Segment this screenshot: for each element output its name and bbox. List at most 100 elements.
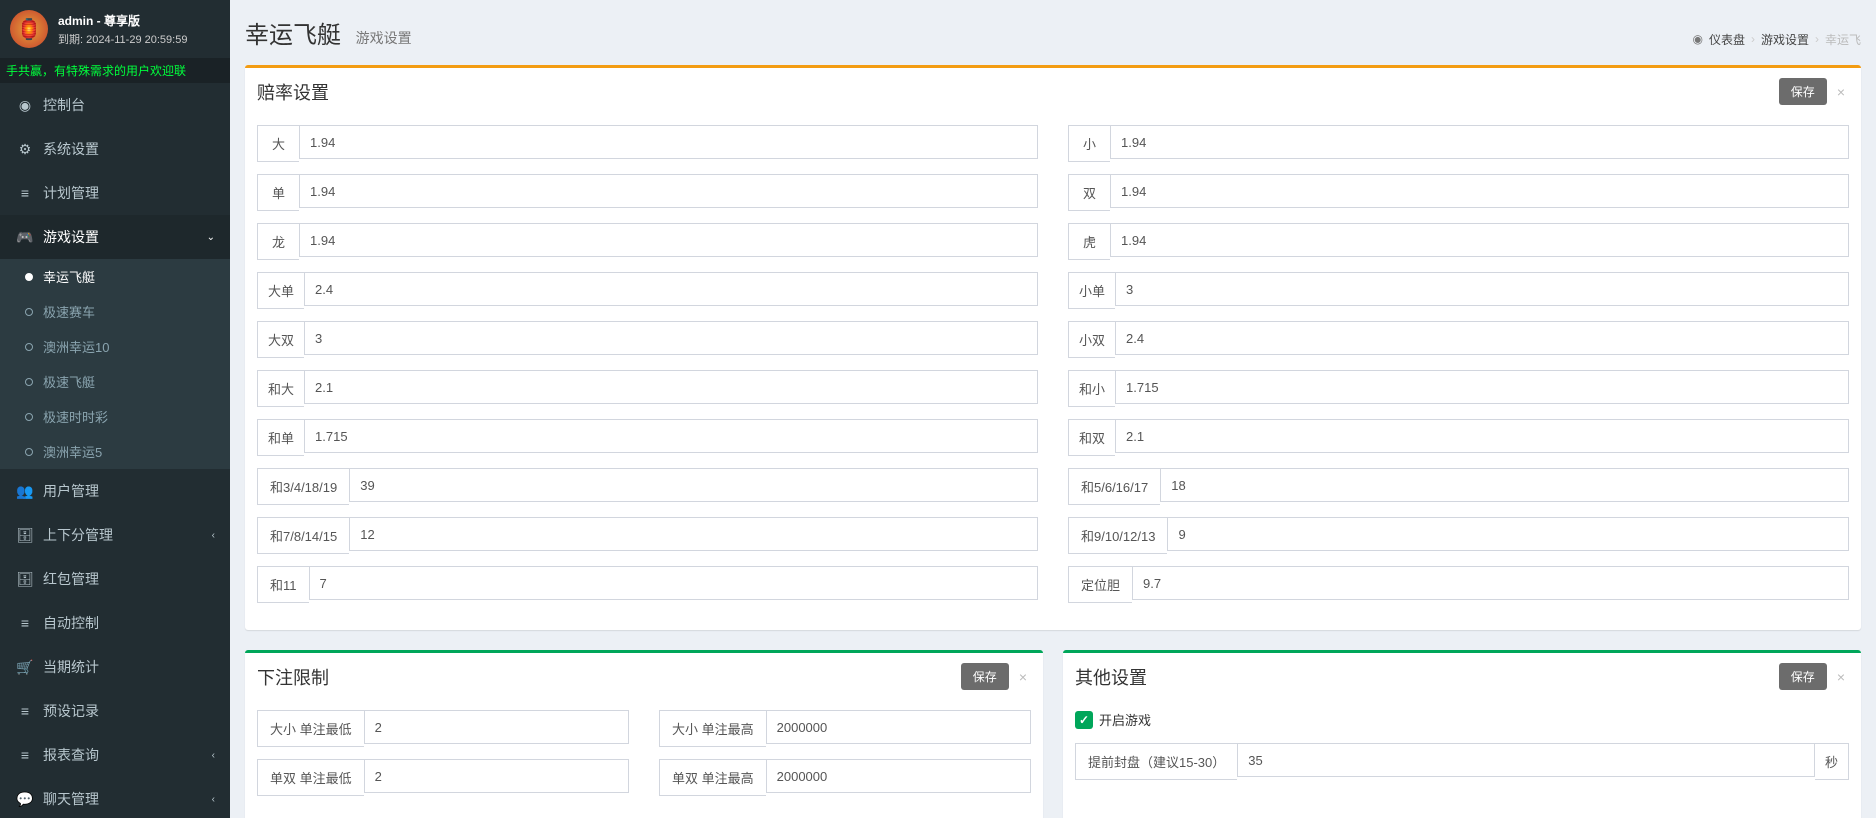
odds-label: 大单 — [257, 272, 304, 309]
odds-label: 和11 — [257, 566, 309, 603]
betlimit-title: 下注限制 — [257, 664, 329, 690]
bet-input[interactable] — [364, 759, 629, 793]
circle-icon — [25, 343, 33, 351]
chevron-left-icon: ‹ — [212, 794, 215, 805]
nav-game-jsssc[interactable]: 极速时时彩 — [0, 399, 230, 434]
odds-label: 小双 — [1068, 321, 1115, 358]
bet-input[interactable] — [766, 759, 1031, 793]
nav-game-xyft[interactable]: 幸运飞艇 — [0, 259, 230, 294]
odds-input[interactable] — [299, 174, 1038, 208]
odds-input[interactable] — [304, 272, 1038, 306]
bet-input[interactable] — [364, 710, 629, 744]
odds-input[interactable] — [299, 125, 1038, 159]
nav-game[interactable]: 🎮游戏设置⌄ — [0, 215, 230, 259]
circle-icon — [25, 378, 33, 386]
user-name: admin - 尊享版 — [58, 12, 187, 29]
close-icon[interactable]: × — [1833, 84, 1849, 100]
nav-game-azxy10[interactable]: 澳洲幸运10 — [0, 329, 230, 364]
nav-game-azxy5[interactable]: 澳洲幸运5 — [0, 434, 230, 469]
odds-label: 和双 — [1068, 419, 1115, 456]
nav-updown[interactable]: 🗄上下分管理‹ — [0, 513, 230, 557]
odds-label: 小单 — [1068, 272, 1115, 309]
odds-input[interactable] — [1115, 272, 1849, 306]
other-save-button[interactable]: 保存 — [1779, 663, 1827, 690]
circle-icon — [25, 413, 33, 421]
odds-label: 龙 — [257, 223, 299, 260]
avatar: 🏮 — [10, 10, 48, 48]
odds-title: 赔率设置 — [257, 79, 329, 105]
odds-input[interactable] — [349, 517, 1038, 551]
bet-label: 大小 单注最高 — [659, 710, 766, 747]
nav-console[interactable]: ◉控制台 — [0, 83, 230, 127]
odds-input[interactable] — [1132, 566, 1849, 600]
nav-user[interactable]: 👥用户管理 — [0, 469, 230, 513]
odds-input[interactable] — [1110, 223, 1849, 257]
list-icon: ≡ — [15, 185, 35, 201]
user-panel: 🏮 admin - 尊享版 到期: 2024-11-29 20:59:59 — [0, 0, 230, 58]
content-wrapper: 幸运飞艇 游戏设置 ◉ 仪表盘 › 游戏设置 › 幸运飞 赔率设置 保存 × — [230, 0, 1876, 818]
betlimit-save-button[interactable]: 保存 — [961, 663, 1009, 690]
odds-input[interactable] — [299, 223, 1038, 257]
odds-input[interactable] — [1110, 125, 1849, 159]
close-icon[interactable]: × — [1015, 669, 1031, 685]
nav-auto[interactable]: ≡自动控制 — [0, 601, 230, 645]
nav-report[interactable]: ≡报表查询‹ — [0, 733, 230, 777]
user-expire: 到期: 2024-11-29 20:59:59 — [58, 31, 187, 47]
odds-input[interactable] — [1115, 370, 1849, 404]
page-subtitle: 游戏设置 — [356, 30, 412, 46]
db-icon: 🗄 — [15, 527, 35, 544]
odds-label: 大 — [257, 125, 299, 162]
odds-input[interactable] — [304, 321, 1038, 355]
odds-label: 虎 — [1068, 223, 1110, 260]
nav-game-jssc[interactable]: 极速赛车 — [0, 294, 230, 329]
nav-chat[interactable]: 💬聊天管理‹ — [0, 777, 230, 818]
bet-label: 单双 单注最低 — [257, 759, 364, 796]
gamepad-icon: 🎮 — [15, 229, 35, 246]
odds-input[interactable] — [304, 370, 1038, 404]
circle-icon — [25, 448, 33, 456]
odds-box: 赔率设置 保存 × 大小单双龙虎大单小单大双小双和大和小和单和双和3/4/18/… — [245, 65, 1861, 630]
odds-input[interactable] — [349, 468, 1038, 502]
bet-input[interactable] — [766, 710, 1031, 744]
crumb-game[interactable]: 游戏设置 — [1761, 31, 1809, 48]
odds-input[interactable] — [1115, 321, 1849, 355]
nav-preset[interactable]: ≡预设记录 — [0, 689, 230, 733]
chat-icon: 💬 — [15, 791, 35, 808]
sidebar: 🏮 admin - 尊享版 到期: 2024-11-29 20:59:59 手共… — [0, 0, 230, 818]
advance-input[interactable] — [1237, 743, 1815, 777]
bet-label: 大小 单注最低 — [257, 710, 364, 747]
crumb-current: 幸运飞 — [1825, 31, 1861, 48]
nav-redpack[interactable]: 🗄红包管理 — [0, 557, 230, 601]
odds-input[interactable] — [1110, 174, 1849, 208]
other-title: 其他设置 — [1075, 664, 1147, 690]
nav-game-jsft[interactable]: 极速飞艇 — [0, 364, 230, 399]
odds-label: 和3/4/18/19 — [257, 468, 349, 505]
odds-save-button[interactable]: 保存 — [1779, 78, 1827, 105]
odds-input[interactable] — [1115, 419, 1849, 453]
odds-label: 和大 — [257, 370, 304, 407]
nav-period[interactable]: 🛒当期统计 — [0, 645, 230, 689]
odds-label: 双 — [1068, 174, 1110, 211]
nav-plan[interactable]: ≡计划管理 — [0, 171, 230, 215]
advance-unit: 秒 — [1815, 743, 1849, 780]
odds-input[interactable] — [1167, 517, 1849, 551]
content-header: 幸运飞艇 游戏设置 ◉ 仪表盘 › 游戏设置 › 幸运飞 — [230, 0, 1876, 50]
users-icon: 👥 — [15, 483, 35, 500]
dashboard-icon: ◉ — [15, 97, 35, 114]
list-icon: ≡ — [15, 747, 35, 763]
odds-label: 和小 — [1068, 370, 1115, 407]
odds-input[interactable] — [1160, 468, 1849, 502]
sep-icon: › — [1751, 32, 1755, 46]
odds-input[interactable] — [304, 419, 1038, 453]
odds-label: 和5/6/16/17 — [1068, 468, 1160, 505]
close-icon[interactable]: × — [1833, 669, 1849, 685]
nav-system[interactable]: ⚙系统设置 — [0, 127, 230, 171]
open-game-checkbox[interactable]: ✓ 开启游戏 — [1075, 710, 1151, 729]
cart-icon: 🛒 — [15, 659, 35, 676]
list-icon: ≡ — [15, 703, 35, 719]
odds-label: 小 — [1068, 125, 1110, 162]
odds-label: 单 — [257, 174, 299, 211]
crumb-dashboard[interactable]: 仪表盘 — [1709, 31, 1745, 48]
odds-input[interactable] — [309, 566, 1039, 600]
db-icon: 🗄 — [15, 571, 35, 588]
